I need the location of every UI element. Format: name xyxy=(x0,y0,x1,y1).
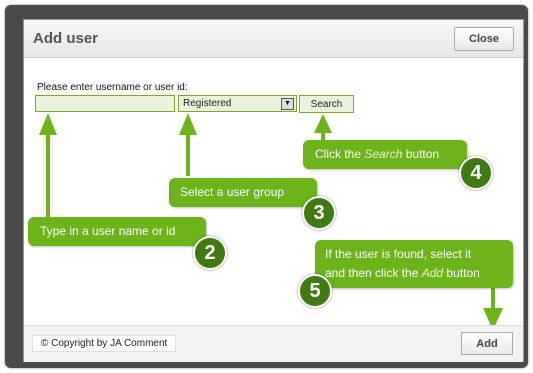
copyright-notice: © Copyright by JA Comment xyxy=(32,335,177,352)
step-badge-2: 2 xyxy=(193,236,227,270)
callout-type-name: Type in a user name or id xyxy=(28,217,206,246)
arrow-head-input xyxy=(39,113,57,135)
callout-search: Click the Search button xyxy=(303,140,467,169)
callout-add-text-emph: Add xyxy=(421,266,444,280)
dialog-footer: © Copyright by JA Comment Add xyxy=(24,325,523,362)
arrow-head-search xyxy=(314,114,332,133)
callout-select-group: Select a user group xyxy=(169,178,317,207)
callout-add-text-after: button xyxy=(443,266,480,280)
callout-select-group-text: Select a user group xyxy=(180,185,285,199)
callout-search-text-emph: Search xyxy=(364,147,403,161)
add-user-dialog: Add user Close Please enter username or … xyxy=(23,19,524,362)
callout-search-text-before: Click the xyxy=(315,147,365,161)
step-badge-5: 5 xyxy=(298,274,332,308)
arrow-shaft-input xyxy=(46,128,50,224)
add-button[interactable]: Add xyxy=(461,332,513,355)
window-frame: Add user Close Please enter username or … xyxy=(5,5,528,368)
callout-type-name-text: Type in a user name or id xyxy=(40,224,176,238)
arrow-head-select xyxy=(179,113,197,135)
arrow-shaft-select xyxy=(186,128,190,176)
callout-add-text-before: and then click the xyxy=(325,266,422,280)
callout-add: If the user is found, select it and then… xyxy=(315,240,513,288)
callout-add-line1: If the user is found, select it xyxy=(325,247,472,261)
step-badge-3: 3 xyxy=(302,196,336,230)
callout-search-text-after: button xyxy=(402,147,440,161)
step-badge-4: 4 xyxy=(459,156,493,190)
